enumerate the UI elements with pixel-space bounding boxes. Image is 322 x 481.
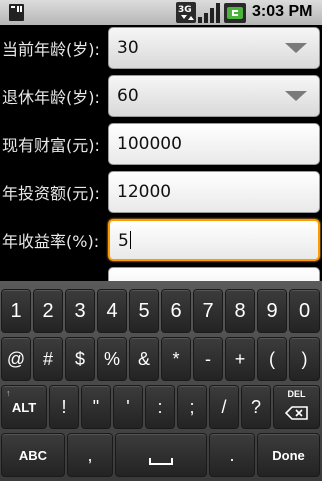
key-plus[interactable]: + xyxy=(225,337,255,381)
backspace-icon xyxy=(284,406,308,420)
investment-form: 当前年龄(岁): 30 退休年龄(岁): 60 现有财富(元): 100000 … xyxy=(0,25,322,281)
clock: 3:03 PM xyxy=(252,3,313,20)
network-type-label: 3G xyxy=(178,5,192,15)
key-4[interactable]: 4 xyxy=(97,289,127,333)
key-0[interactable]: 0 xyxy=(289,289,320,333)
annual-return-value: 5 xyxy=(118,231,131,251)
annual-return-text: 5 xyxy=(118,231,129,251)
key-exclamation[interactable]: ! xyxy=(49,385,79,429)
text-caret xyxy=(129,231,131,249)
current-wealth-input[interactable]: 100000 xyxy=(108,123,320,165)
current-wealth-value: 100000 xyxy=(117,134,182,154)
key-9[interactable]: 9 xyxy=(257,289,287,333)
partial-input[interactable] xyxy=(108,267,320,281)
row-annual-investment: 年投资额(元): 12000 xyxy=(0,169,322,217)
annual-return-label: 年收益率(%): xyxy=(2,232,100,251)
chevron-down-icon xyxy=(285,43,307,53)
current-age-label: 当前年龄(岁): xyxy=(2,40,100,59)
retirement-age-spinner[interactable]: 60 xyxy=(108,75,320,117)
key-at[interactable]: @ xyxy=(1,337,31,381)
key-open-paren[interactable]: ( xyxy=(257,337,287,381)
abc-key[interactable]: ABC xyxy=(1,433,65,477)
key-dollar[interactable]: $ xyxy=(65,337,95,381)
space-key[interactable] xyxy=(115,433,207,477)
annual-return-input[interactable]: 5 xyxy=(108,219,320,261)
key-6[interactable]: 6 xyxy=(161,289,191,333)
key-5[interactable]: 5 xyxy=(129,289,159,333)
shift-arrow-icon: ↑ xyxy=(6,388,11,398)
alt-key-label: ALT xyxy=(11,399,37,415)
alt-key[interactable]: ↑ ALT xyxy=(1,385,47,429)
row-partial xyxy=(0,265,322,281)
key-asterisk[interactable]: * xyxy=(161,337,191,381)
retirement-age-value: 60 xyxy=(117,86,139,106)
status-bar: 3G 3:03 PM xyxy=(0,0,322,26)
annual-investment-value: 12000 xyxy=(117,182,172,202)
key-hash[interactable]: # xyxy=(33,337,63,381)
key-slash[interactable]: / xyxy=(209,385,239,429)
current-age-value: 30 xyxy=(117,38,139,58)
row-retirement-age: 退休年龄(岁): 60 xyxy=(0,73,322,121)
delete-key-label: DEL xyxy=(287,389,306,399)
annual-investment-input[interactable]: 12000 xyxy=(108,171,320,213)
key-semicolon[interactable]: ; xyxy=(177,385,207,429)
key-7[interactable]: 7 xyxy=(193,289,223,333)
key-single-quote[interactable]: ' xyxy=(113,385,143,429)
current-age-spinner[interactable]: 30 xyxy=(108,27,320,69)
key-3[interactable]: 3 xyxy=(65,289,95,333)
chevron-down-icon xyxy=(285,91,307,101)
retirement-age-label: 退休年龄(岁): xyxy=(2,88,100,107)
row-current-age: 当前年龄(岁): 30 xyxy=(0,25,322,73)
annual-investment-label: 年投资额(元): xyxy=(2,184,100,203)
soft-keyboard: 1 2 3 4 5 6 7 8 9 0 @ # $ % & * - + ( ) … xyxy=(0,281,322,481)
key-close-paren[interactable]: ) xyxy=(289,337,320,381)
key-question[interactable]: ? xyxy=(241,385,271,429)
key-2[interactable]: 2 xyxy=(33,289,63,333)
key-8[interactable]: 8 xyxy=(225,289,255,333)
sd-card-icon xyxy=(9,4,24,21)
key-minus[interactable]: - xyxy=(193,337,223,381)
battery-icon xyxy=(224,3,246,23)
row-current-wealth: 现有财富(元): 100000 xyxy=(0,121,322,169)
space-bar-icon xyxy=(149,458,173,465)
key-percent[interactable]: % xyxy=(97,337,127,381)
signal-icon xyxy=(198,3,220,23)
network-3g-icon: 3G xyxy=(176,2,196,23)
key-double-quote[interactable]: " xyxy=(81,385,111,429)
key-colon[interactable]: : xyxy=(145,385,175,429)
key-ampersand[interactable]: & xyxy=(129,337,159,381)
done-key[interactable]: Done xyxy=(257,433,320,477)
key-1[interactable]: 1 xyxy=(1,289,31,333)
key-period[interactable]: . xyxy=(209,433,255,477)
current-wealth-label: 现有财富(元): xyxy=(2,136,100,155)
key-comma[interactable]: , xyxy=(67,433,113,477)
row-annual-return: 年收益率(%): 5 xyxy=(0,217,322,265)
delete-key[interactable]: DEL xyxy=(273,385,320,429)
